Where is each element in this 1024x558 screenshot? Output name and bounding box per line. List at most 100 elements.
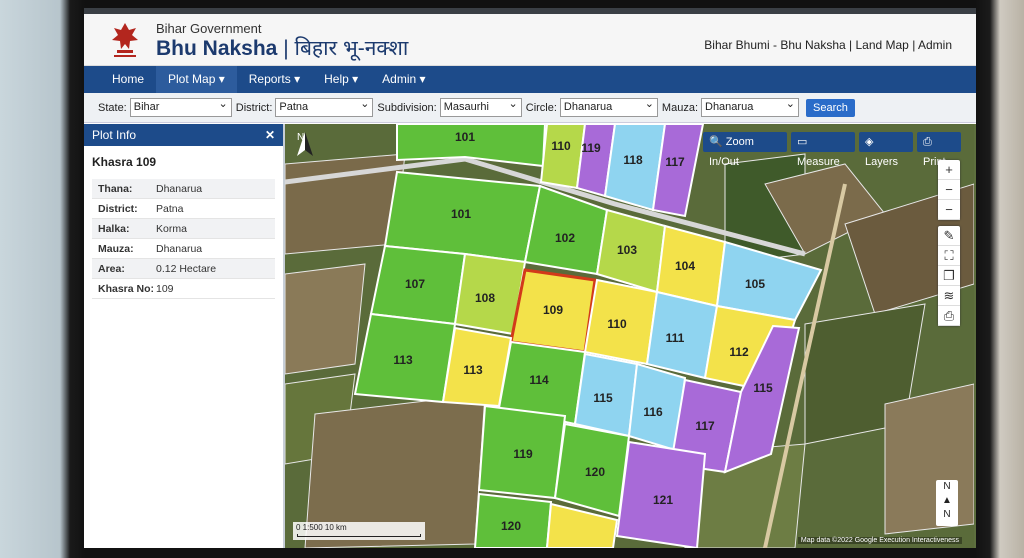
zoom-tool-button[interactable]: 🔍 Zoom In/Out xyxy=(703,132,787,168)
plot-number-label: 117 xyxy=(665,155,685,169)
browser-screen: Bihar Government Bhu Naksha | बिहार भू-न… xyxy=(84,8,976,548)
zoom-reset-icon[interactable]: − xyxy=(938,200,960,220)
scale-bar: 0 1:500 10 km xyxy=(293,522,425,540)
info-key: Area: xyxy=(98,263,125,275)
mauza-label: Mauza: xyxy=(661,101,698,114)
fullscreen-icon[interactable]: ⛶ xyxy=(938,246,960,266)
site-brand[interactable]: Bhu Naksha | बिहार भू-नक्शा xyxy=(156,34,408,62)
edit-controls: ✎ ⛶ ❐ ≋ ⎙ xyxy=(938,226,960,326)
map-canvas[interactable]: 101 110 119 118 117 101 102 103 104 105 107 108 109 1… xyxy=(285,124,974,548)
info-value: 0.12 Hectare xyxy=(156,263,217,275)
plot-info-title: Plot Info xyxy=(92,128,137,142)
layers-tool-label: Layers xyxy=(865,156,899,168)
plot-number-label: 118 xyxy=(623,153,643,167)
plot-number-label: 119 xyxy=(513,447,533,461)
plot-info-header: Plot Info ✕ xyxy=(84,124,283,146)
state-label: State: xyxy=(98,101,127,114)
info-row-area: Area: 0.12 Hectare xyxy=(92,259,275,279)
nav-home[interactable]: Home xyxy=(100,66,156,93)
info-row-khasra: Khasra No: 109 xyxy=(92,279,275,299)
plot-number-label: 101 xyxy=(455,130,475,144)
subdivision-select[interactable]: Masaurhi xyxy=(439,97,522,117)
mauza-select[interactable]: Dhanarua xyxy=(701,97,799,117)
content-area: Plot Info ✕ Khasra 109 Thana: Dhanarua Di… xyxy=(84,124,976,548)
search-button[interactable]: Search xyxy=(806,98,855,117)
cadastral-map[interactable]: 101 110 119 118 117 101 102 103 104 105 107 108 109 1… xyxy=(285,124,976,548)
district-label: District: xyxy=(235,101,273,114)
nav-reports[interactable]: Reports ▾ xyxy=(237,66,312,93)
plot-number-label: 120 xyxy=(585,465,605,479)
print-icon[interactable]: ⎙ xyxy=(938,306,960,326)
info-value: Dhanarua xyxy=(156,243,203,255)
compass-label-bottom: N xyxy=(943,509,951,520)
nav-help[interactable]: Help ▾ xyxy=(312,66,370,93)
layers-tool-button[interactable]: ◈ Layers xyxy=(859,132,913,168)
plot-number-label: 108 xyxy=(475,291,495,305)
plot-number-label: 105 xyxy=(745,277,765,291)
nav-plot-map[interactable]: Plot Map ▾ xyxy=(156,66,237,93)
plot-number-label: 101 xyxy=(451,207,471,221)
info-row-district: District: Patna xyxy=(92,199,275,219)
filter-bar: State: Bihar District: Patna Subdivision… xyxy=(84,93,976,123)
print-tool-button[interactable]: ⎙ Print xyxy=(917,132,961,168)
state-select[interactable]: Bihar xyxy=(129,97,232,117)
info-value: 109 xyxy=(156,283,174,295)
measure-tool-button[interactable]: ▭ Measure xyxy=(791,132,855,168)
plot-number-label: 104 xyxy=(675,259,695,273)
info-key: Thana: xyxy=(98,183,133,195)
subdivision-label: Subdivision: xyxy=(377,101,437,114)
plot-number-label: 114 xyxy=(529,373,549,387)
info-key: Khasra No: xyxy=(98,283,155,295)
plot-number-label: 102 xyxy=(555,231,575,245)
plot-number-label: 113 xyxy=(463,363,483,377)
north-arrow-icon: N xyxy=(297,132,313,156)
site-header: Bihar Government Bhu Naksha | बिहार भू-न… xyxy=(84,14,976,66)
plot-number-label: 116 xyxy=(643,405,663,419)
plot-number-label: 110 xyxy=(607,317,627,331)
plot-number-label: 115 xyxy=(593,391,613,405)
plot-number-label: 115 xyxy=(753,381,773,395)
plot-number-label: 112 xyxy=(729,345,749,359)
plot-number-label: 109 xyxy=(543,303,563,317)
measure-tool-label: Measure xyxy=(797,156,840,168)
plot-info-panel: Plot Info ✕ Khasra 109 Thana: Dhanarua Di… xyxy=(84,124,285,548)
info-key: District: xyxy=(98,203,138,215)
main-nav: Home Plot Map ▾ Reports ▾ Help ▾ Admin ▾ xyxy=(84,66,976,93)
scale-text: 0 1:500 10 km xyxy=(296,523,347,532)
header-links[interactable]: Bihar Bhumi - Bhu Naksha | Land Map | Ad… xyxy=(704,38,952,52)
plot-number-label: 113 xyxy=(393,353,413,367)
layers-icon[interactable]: ≋ xyxy=(938,286,960,306)
zoom-in-icon[interactable]: + xyxy=(938,160,960,180)
copy-icon[interactable]: ❐ xyxy=(938,266,960,286)
info-key: Halka: xyxy=(98,223,130,235)
compass-arrow-icon: ▲ xyxy=(942,495,952,506)
plot-number-label: 119 xyxy=(581,141,601,155)
plot-number-label: 103 xyxy=(617,243,637,257)
plot-number-label: 110 xyxy=(551,139,571,153)
circle-label: Circle: xyxy=(525,101,557,114)
plot-number-label: 117 xyxy=(695,419,715,433)
info-row-thana: Thana: Dhanarua xyxy=(92,179,275,199)
plot-info-table: Thana: Dhanarua District: Patna Halka: Korm… xyxy=(84,179,283,299)
compass-icon[interactable]: N ▲ N xyxy=(936,480,958,526)
info-key: Mauza: xyxy=(98,243,134,255)
info-row-mauza: Mauza: Dhanarua xyxy=(92,239,275,259)
plot-number-label: 111 xyxy=(666,331,685,345)
compass-label-top: N xyxy=(943,481,951,492)
pencil-icon[interactable]: ✎ xyxy=(938,226,960,246)
nav-admin[interactable]: Admin ▾ xyxy=(370,66,437,93)
zoom-out-icon[interactable]: − xyxy=(938,180,960,200)
khasra-title: Khasra 109 xyxy=(92,155,157,169)
info-row-halka: Halka: Korma xyxy=(92,219,275,239)
plot-number-label: 120 xyxy=(501,519,521,533)
info-value: Korma xyxy=(156,223,187,235)
brand-hindi: बिहार भू-नक्शा xyxy=(294,37,409,60)
district-select[interactable]: Patna xyxy=(275,97,374,117)
zoom-controls: + − − xyxy=(938,160,960,220)
circle-select[interactable]: Dhanarua xyxy=(559,97,658,117)
map-attribution: Map data ©2022 Google Execution Interact… xyxy=(797,537,962,544)
brand-separator: | xyxy=(277,37,295,60)
plot-number-label: 107 xyxy=(405,277,425,291)
bihar-emblem-icon xyxy=(112,23,138,57)
close-icon[interactable]: ✕ xyxy=(265,124,275,146)
